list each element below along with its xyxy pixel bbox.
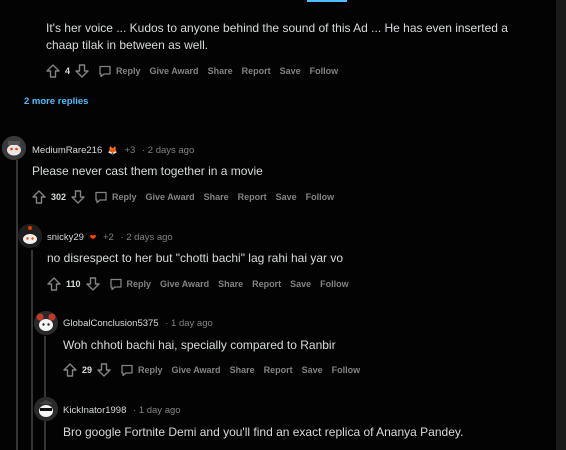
downvote-icon[interactable]: [75, 64, 89, 78]
reply-button[interactable]: Reply: [94, 191, 137, 204]
reply-icon: [95, 191, 107, 203]
karma-flair: +3: [124, 145, 136, 156]
share-button[interactable]: Share: [218, 279, 243, 289]
thread-line[interactable]: [31, 250, 33, 450]
give-award-button[interactable]: Give Award: [160, 279, 209, 289]
comment-actions: 29 Reply Give Award Share Report Save Fo…: [63, 363, 360, 377]
report-button[interactable]: Report: [264, 365, 293, 375]
comment-body: no disrespect to her but "chotti bachi" …: [47, 251, 344, 265]
save-button[interactable]: Save: [290, 279, 311, 289]
timestamp[interactable]: · 1 day ago: [133, 405, 181, 416]
share-button[interactable]: Share: [230, 365, 255, 375]
partial-link[interactable]: [307, 0, 347, 2]
save-button[interactable]: Save: [276, 192, 297, 202]
avatar[interactable]: [34, 397, 58, 421]
follow-button[interactable]: Follow: [332, 365, 361, 375]
karma-flair: +2: [102, 232, 114, 243]
flair-icon: 🦊: [107, 146, 118, 155]
comment-header: GlobalConclusion5375 · 1 day ago: [63, 318, 213, 329]
comment-actions: 302 Reply Give Award Share Report Save F…: [32, 190, 334, 204]
upvote-icon[interactable]: [47, 277, 61, 291]
reply-button[interactable]: Reply: [98, 65, 141, 78]
username-link[interactable]: KickInator1998: [63, 405, 126, 416]
follow-button[interactable]: Follow: [320, 279, 349, 289]
follow-button[interactable]: Follow: [310, 66, 339, 76]
thread-line[interactable]: [16, 160, 18, 450]
avatar[interactable]: [18, 224, 42, 248]
comment-body: Please never cast them together in a mov…: [32, 164, 263, 178]
give-award-button[interactable]: Give Award: [146, 192, 195, 202]
comment-body: Bro google Fortnite Demi and you'll find…: [63, 425, 464, 439]
report-button[interactable]: Report: [242, 66, 271, 76]
comment-header: snicky29 ❤ +2 · 2 days ago: [47, 232, 173, 243]
report-button[interactable]: Report: [252, 279, 281, 289]
upvote-icon[interactable]: [63, 363, 77, 377]
downvote-icon[interactable]: [71, 190, 85, 204]
reply-icon: [121, 364, 133, 376]
comment-body: It's her voice ... Kudos to anyone behin…: [46, 21, 508, 52]
comment-thread: It's her voice ... Kudos to anyone behin…: [0, 0, 556, 450]
more-replies-link[interactable]: 2 more replies: [24, 96, 88, 107]
avatar[interactable]: [2, 136, 26, 160]
save-button[interactable]: Save: [302, 365, 323, 375]
reply-label: Reply: [116, 66, 141, 76]
downvote-icon[interactable]: [97, 363, 111, 377]
comment-header: MediumRare216 🦊 +3 · 2 days ago: [32, 145, 194, 156]
vote-score: 302: [51, 192, 67, 202]
give-award-button[interactable]: Give Award: [150, 66, 199, 76]
scrollbar[interactable]: [556, 0, 566, 450]
reply-button[interactable]: Reply: [120, 364, 163, 377]
save-button[interactable]: Save: [280, 66, 301, 76]
reply-label: Reply: [126, 279, 152, 289]
report-button[interactable]: Report: [238, 192, 267, 202]
reply-label: Reply: [138, 365, 163, 375]
avatar[interactable]: [34, 311, 58, 335]
reply-label: Reply: [112, 192, 137, 202]
username-link[interactable]: snicky29: [47, 232, 84, 243]
reply-button[interactable]: Reply: [109, 278, 152, 291]
share-button[interactable]: Share: [208, 66, 233, 76]
downvote-icon[interactable]: [85, 277, 100, 291]
reply-icon: [99, 65, 111, 77]
flair-icon: ❤: [89, 233, 97, 242]
reply-icon: [109, 278, 122, 290]
comment-actions: 110 Reply Give Award Share Report Save F…: [47, 277, 349, 291]
username-link[interactable]: MediumRare216: [32, 145, 102, 156]
timestamp[interactable]: · 2 days ago: [120, 232, 172, 243]
username-link[interactable]: GlobalConclusion5375: [63, 318, 159, 329]
vote-score: 4: [65, 66, 71, 76]
thread-line[interactable]: [44, 336, 46, 450]
vote-score: 110: [66, 279, 81, 289]
follow-button[interactable]: Follow: [306, 192, 335, 202]
comment-header: KickInator1998 · 1 day ago: [63, 405, 181, 416]
timestamp[interactable]: · 2 days ago: [142, 145, 194, 156]
comment-actions: 4 Reply Give Award Share Report Save Fol…: [46, 64, 338, 78]
upvote-icon[interactable]: [32, 190, 46, 204]
share-button[interactable]: Share: [204, 192, 229, 202]
comment-body: Woh chhoti bachi hai, specially compared…: [63, 338, 336, 352]
timestamp[interactable]: · 1 day ago: [165, 318, 213, 329]
upvote-icon[interactable]: [46, 64, 60, 78]
give-award-button[interactable]: Give Award: [172, 365, 221, 375]
vote-score: 29: [82, 365, 93, 375]
